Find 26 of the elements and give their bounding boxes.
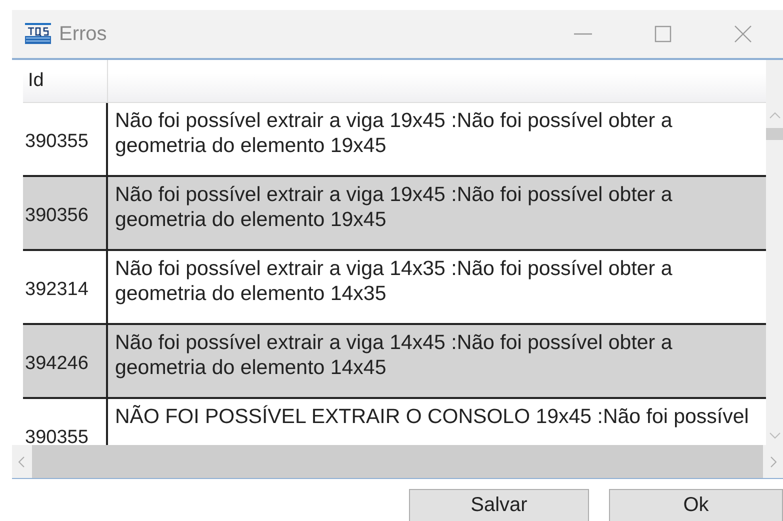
window-title: Erros (59, 22, 107, 46)
id-cell-text: 392314 (25, 278, 88, 301)
dialog-button[interactable]: Ok (609, 489, 783, 521)
message-cell-text: Não foi possível extrair a viga 14x35 :Não foi possível obter a geometria do elemento 14x35 (115, 256, 674, 306)
scroll-up-icon[interactable] (768, 110, 782, 120)
table-row[interactable]: 390355 Não foi possível extrair a viga 19x45 :Não foi possível obter a geometria do elemento 19x45 (23, 103, 766, 177)
minimize-icon (574, 33, 592, 35)
app-logo-icon (24, 22, 52, 46)
dialog-button[interactable]: Salvar (409, 489, 589, 521)
table-row[interactable]: 394246 Não foi possível extrair a viga 14x45 :Não foi possível obter a geometria do elemento 14x45 (23, 325, 766, 399)
maximize-icon (653, 24, 673, 44)
scrollbar-thumb[interactable] (766, 128, 783, 140)
close-icon (733, 24, 753, 44)
vertical-scrollbar[interactable] (766, 60, 783, 445)
id-cell-text: 390355 (25, 426, 88, 445)
id-cell-text: 394246 (25, 352, 88, 375)
message-cell: NÃO FOI POSSÍVEL EXTRAIR O CONSOLO 19x45 :Não foi possível (115, 404, 749, 429)
table-row[interactable]: 392314 Não foi possível extrair a viga 14x35 :Não foi possível obter a geometria do elemento 14x35 (23, 251, 766, 325)
message-cell-text: Não foi possível extrair a viga 19x45 :Não foi possível obter a geometria do elemento 19x45 (115, 108, 674, 158)
id-cell-text: 390355 (25, 130, 88, 153)
message-cell-text: Não foi possível extrair a viga 14x45 :Não foi possível obter a geometria do elemento 14x45 (115, 330, 674, 380)
message-cell-text: Não foi possível extrair a viga 19x45 :Não foi possível obter a geometria do elemento 19x45 (115, 182, 674, 232)
id-cell-text: 390356 (25, 204, 88, 227)
column-header[interactable]: Id (23, 60, 108, 102)
table-row[interactable]: 390356 Não foi possível extrair a viga 19x45 :Não foi possível obter a geometria do elemento 19x45 (23, 177, 766, 251)
scroll-down-icon[interactable] (768, 431, 782, 441)
